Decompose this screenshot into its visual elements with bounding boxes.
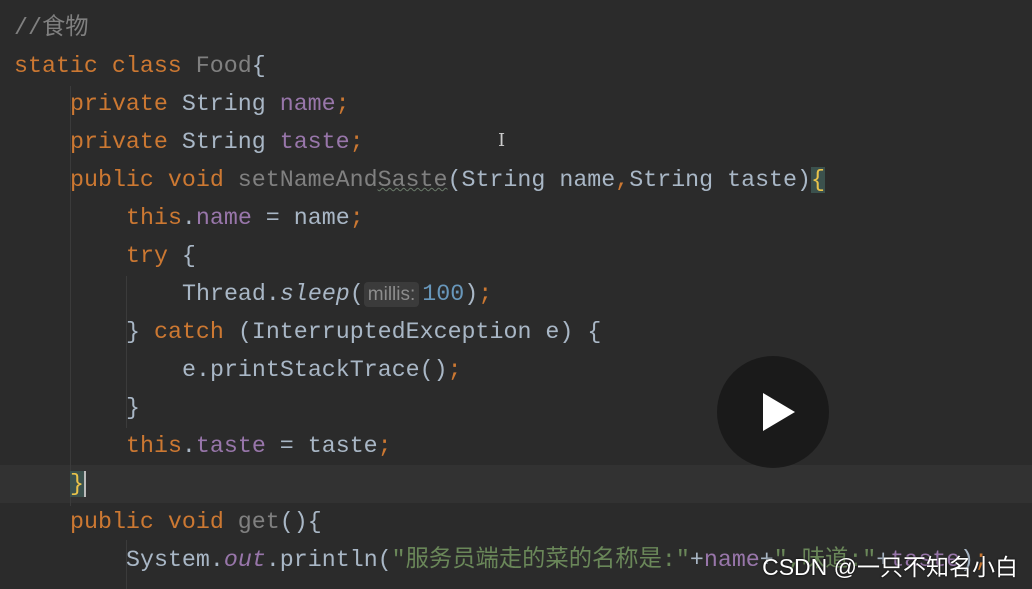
code-token: ; xyxy=(478,281,493,307)
code-token: try xyxy=(126,243,182,269)
previous-brace: } xyxy=(14,0,28,2)
code-line: this.name = name; xyxy=(126,199,364,237)
code-line: } catch (InterruptedException e) { xyxy=(126,313,601,351)
code-token: "服务员端走的菜的名称是:" xyxy=(391,547,690,573)
code-token: ( xyxy=(349,281,364,307)
code-token: Saste xyxy=(377,167,448,193)
code-token: public xyxy=(70,509,168,535)
code-token: Food xyxy=(195,53,252,79)
code-line: static class Food{ xyxy=(14,47,266,85)
code-token: ; xyxy=(349,129,364,155)
current-line-highlight xyxy=(0,465,1032,503)
code-token: = taste xyxy=(265,433,378,459)
code-token: e.printStackTrace() xyxy=(182,357,448,383)
code-token: private xyxy=(70,91,182,117)
code-token: Thread. xyxy=(182,281,280,307)
code-line: private String name; xyxy=(70,85,350,123)
code-token: String xyxy=(181,91,280,117)
code-token: catch xyxy=(153,319,238,345)
code-token: this xyxy=(126,433,182,459)
code-token: taste xyxy=(279,129,350,155)
code-line: public void get(){ xyxy=(70,503,322,541)
parameter-hint: millis: xyxy=(363,282,420,307)
code-token: { xyxy=(181,243,196,269)
code-token: (String name xyxy=(447,167,616,193)
code-token: . xyxy=(181,433,196,459)
code-token: sleep xyxy=(279,281,350,307)
code-token: out xyxy=(223,547,266,573)
play-button[interactable] xyxy=(717,356,829,468)
code-token: } xyxy=(126,319,154,345)
code-token: get xyxy=(237,509,280,535)
watermark: CSDN @一只不知名小白 xyxy=(762,554,1018,580)
code-token: taste xyxy=(195,433,266,459)
code-line: e.printStackTrace(); xyxy=(182,351,462,389)
code-token: name xyxy=(195,205,252,231)
code-token: { xyxy=(811,167,825,193)
code-token: name xyxy=(279,91,336,117)
code-token: + xyxy=(689,547,704,573)
code-token: = name xyxy=(251,205,350,231)
code-token: private xyxy=(70,129,182,155)
code-token: void xyxy=(167,167,238,193)
code-token: System. xyxy=(126,547,224,573)
code-line: public void setNameAndSaste(String name,… xyxy=(70,161,825,199)
code-token: ) xyxy=(464,281,479,307)
code-token: this xyxy=(126,205,182,231)
code-token: static xyxy=(14,53,112,79)
code-line: //食物 xyxy=(14,9,89,47)
text-cursor-icon: I xyxy=(498,130,506,151)
code-token: void xyxy=(167,509,238,535)
code-token: setNameAnd xyxy=(237,167,378,193)
code-token: (InterruptedException e) { xyxy=(237,319,602,345)
code-token: class xyxy=(111,53,196,79)
code-token: String xyxy=(181,129,280,155)
code-line: } xyxy=(126,389,140,427)
code-token: . xyxy=(181,205,196,231)
code-token: , xyxy=(615,167,630,193)
code-token: String taste) xyxy=(629,167,811,193)
code-token: ; xyxy=(377,433,392,459)
code-line: } xyxy=(70,465,86,503)
code-line: this.taste = taste; xyxy=(126,427,392,465)
code-token: } xyxy=(126,395,140,421)
code-token: ; xyxy=(335,91,350,117)
code-token: .println( xyxy=(265,547,392,573)
code-token: public xyxy=(70,167,168,193)
code-editor[interactable]: } //食物static class Food{private String n… xyxy=(0,0,1032,589)
code-token: name xyxy=(703,547,760,573)
code-token: 100 xyxy=(422,281,465,307)
code-line: try { xyxy=(126,237,196,275)
code-line: private String taste; xyxy=(70,123,364,161)
code-line: Thread.sleep(millis: 100); xyxy=(182,275,492,313)
code-token: (){ xyxy=(279,509,322,535)
code-token: ; xyxy=(349,205,364,231)
text-caret xyxy=(83,470,86,497)
code-token: } xyxy=(70,471,84,497)
code-token: ; xyxy=(447,357,462,383)
code-token: //食物 xyxy=(14,15,89,41)
code-token: { xyxy=(251,53,266,79)
